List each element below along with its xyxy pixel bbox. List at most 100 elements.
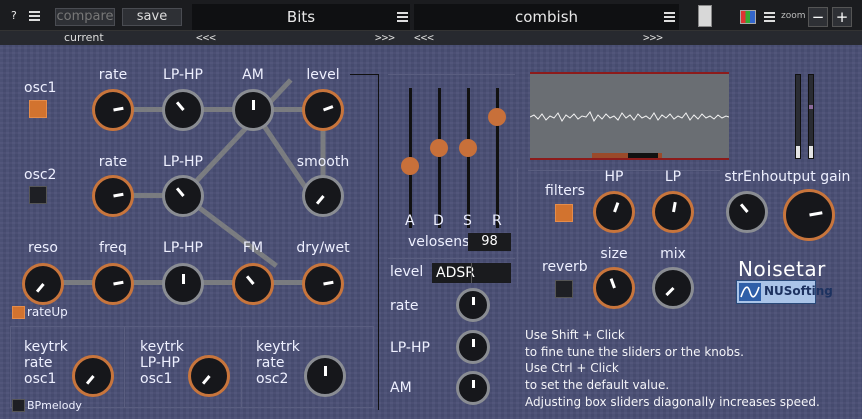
- decay-slider-track[interactable]: [438, 88, 441, 228]
- lphp3-label: LP-HP: [163, 240, 203, 256]
- env-rate-knob[interactable]: [456, 288, 490, 322]
- rate2-label: rate: [98, 154, 128, 170]
- preset-b-menu-icon[interactable]: [664, 12, 675, 22]
- drywet-label: dry/wet: [296, 240, 350, 256]
- size-label: size: [600, 246, 628, 262]
- filters-label: filters: [545, 183, 585, 199]
- preset-b-name[interactable]: combish: [414, 4, 679, 30]
- keytrk3-label: keytrk rate osc2: [256, 339, 300, 387]
- color-scheme-icon[interactable]: [740, 10, 756, 24]
- rateup-label: rateUp: [27, 305, 68, 319]
- reverb-label: reverb: [542, 259, 588, 275]
- osc1-label: osc1: [24, 80, 57, 96]
- sustain-slider-track[interactable]: [467, 88, 470, 228]
- velosens-label: velosens: [408, 234, 470, 250]
- level-knob[interactable]: [302, 89, 344, 131]
- preset-b-next[interactable]: >>>: [643, 31, 663, 45]
- sustain-label: S: [463, 213, 472, 229]
- maker-logo: NUSofting: [736, 280, 833, 304]
- env-lphp-knob[interactable]: [456, 330, 490, 364]
- divider: [350, 74, 378, 75]
- output-gain-knob[interactable]: [783, 189, 835, 241]
- strenh-knob[interactable]: [726, 191, 768, 233]
- lphp1-label: LP-HP: [163, 67, 203, 83]
- preset-b-prev[interactable]: <<<: [414, 31, 434, 45]
- connector: [43, 280, 253, 285]
- env-rate-label: rate: [390, 298, 419, 314]
- am-knob[interactable]: [232, 89, 274, 131]
- waveform-scope: [530, 72, 729, 160]
- save-button[interactable]: save: [122, 8, 182, 26]
- level-label: level: [306, 67, 340, 83]
- preset-a-prev[interactable]: <<<: [196, 31, 216, 45]
- drywet-knob[interactable]: [302, 263, 344, 305]
- mix-knob[interactable]: [652, 267, 694, 309]
- freq-knob[interactable]: [92, 263, 134, 305]
- notes-icon[interactable]: [698, 5, 712, 27]
- decay-slider-handle[interactable]: [430, 139, 448, 157]
- osc1-toggle[interactable]: [29, 100, 47, 118]
- osc2-lphp-knob[interactable]: [162, 175, 204, 217]
- current-label: current: [64, 31, 104, 44]
- divider: [517, 168, 518, 288]
- skin-menu-icon[interactable]: [764, 12, 775, 22]
- freq-label: freq: [99, 240, 127, 256]
- divider: [378, 74, 379, 410]
- osc3-lphp-knob[interactable]: [162, 263, 204, 305]
- reverb-toggle[interactable]: [555, 280, 573, 298]
- rateup-toggle[interactable]: [12, 306, 25, 319]
- osc1-rate-knob[interactable]: [92, 89, 134, 131]
- velosens-value[interactable]: 98: [468, 233, 511, 251]
- reso-label: reso: [28, 240, 58, 256]
- divider: [124, 326, 125, 408]
- hp-knob[interactable]: [593, 191, 635, 233]
- env-level-label: level: [390, 264, 424, 280]
- zoom-out-button[interactable]: −: [808, 7, 828, 27]
- help-button[interactable]: ?: [11, 9, 17, 22]
- divider: [528, 170, 720, 171]
- keytrk-lphp-osc1-knob[interactable]: [188, 355, 230, 397]
- keytrk-rate-osc1-knob[interactable]: [72, 355, 114, 397]
- left-meter: [795, 74, 801, 159]
- preset-a-name[interactable]: Bits: [192, 4, 410, 30]
- filters-toggle[interactable]: [555, 204, 573, 222]
- zoom-in-button[interactable]: +: [832, 7, 852, 27]
- bpmelody-label: BPmelody: [27, 399, 82, 412]
- divider: [388, 74, 515, 75]
- smooth-label: smooth: [296, 154, 350, 170]
- fm-label: FM: [242, 240, 264, 256]
- main-menu-icon[interactable]: [29, 11, 40, 21]
- size-knob[interactable]: [593, 267, 635, 309]
- keytrk1-label: keytrk rate osc1: [24, 339, 68, 387]
- mix-label: mix: [660, 246, 686, 262]
- zoom-label: zoom: [781, 11, 806, 21]
- osc2-label: osc2: [24, 167, 57, 183]
- rate1-label: rate: [98, 67, 128, 83]
- osc2-rate-knob[interactable]: [92, 175, 134, 217]
- preset-a-menu-icon[interactable]: [397, 12, 408, 22]
- decay-label: D: [433, 213, 444, 229]
- smooth-knob[interactable]: [302, 175, 344, 217]
- compare-button[interactable]: compare: [55, 8, 115, 26]
- lp-knob[interactable]: [652, 191, 694, 233]
- am-label: AM: [242, 67, 264, 83]
- osc2-toggle[interactable]: [29, 186, 47, 204]
- attack-slider-handle[interactable]: [401, 157, 419, 175]
- waveform-trace: [530, 111, 729, 123]
- lphp2-label: LP-HP: [163, 154, 203, 170]
- fm-knob[interactable]: [232, 263, 274, 305]
- attack-label: A: [405, 213, 415, 229]
- keytrk-rate-osc2-knob[interactable]: [304, 355, 346, 397]
- sustain-slider-handle[interactable]: [459, 139, 477, 157]
- divider: [388, 258, 515, 259]
- env-am-knob[interactable]: [456, 371, 490, 405]
- preset-a-next[interactable]: >>>: [375, 31, 395, 45]
- hp-label: HP: [604, 169, 624, 185]
- help-text: Use Shift + Click to fine tune the slide…: [525, 328, 820, 409]
- release-slider-handle[interactable]: [488, 108, 506, 126]
- bpmelody-toggle[interactable]: [12, 399, 25, 412]
- plugin-window: ? compare save Bits combish zoom − + cur…: [0, 0, 862, 419]
- osc1-lphp-knob[interactable]: [162, 89, 204, 131]
- reso-knob[interactable]: [22, 263, 64, 305]
- output-gain-label: output gain: [769, 169, 851, 185]
